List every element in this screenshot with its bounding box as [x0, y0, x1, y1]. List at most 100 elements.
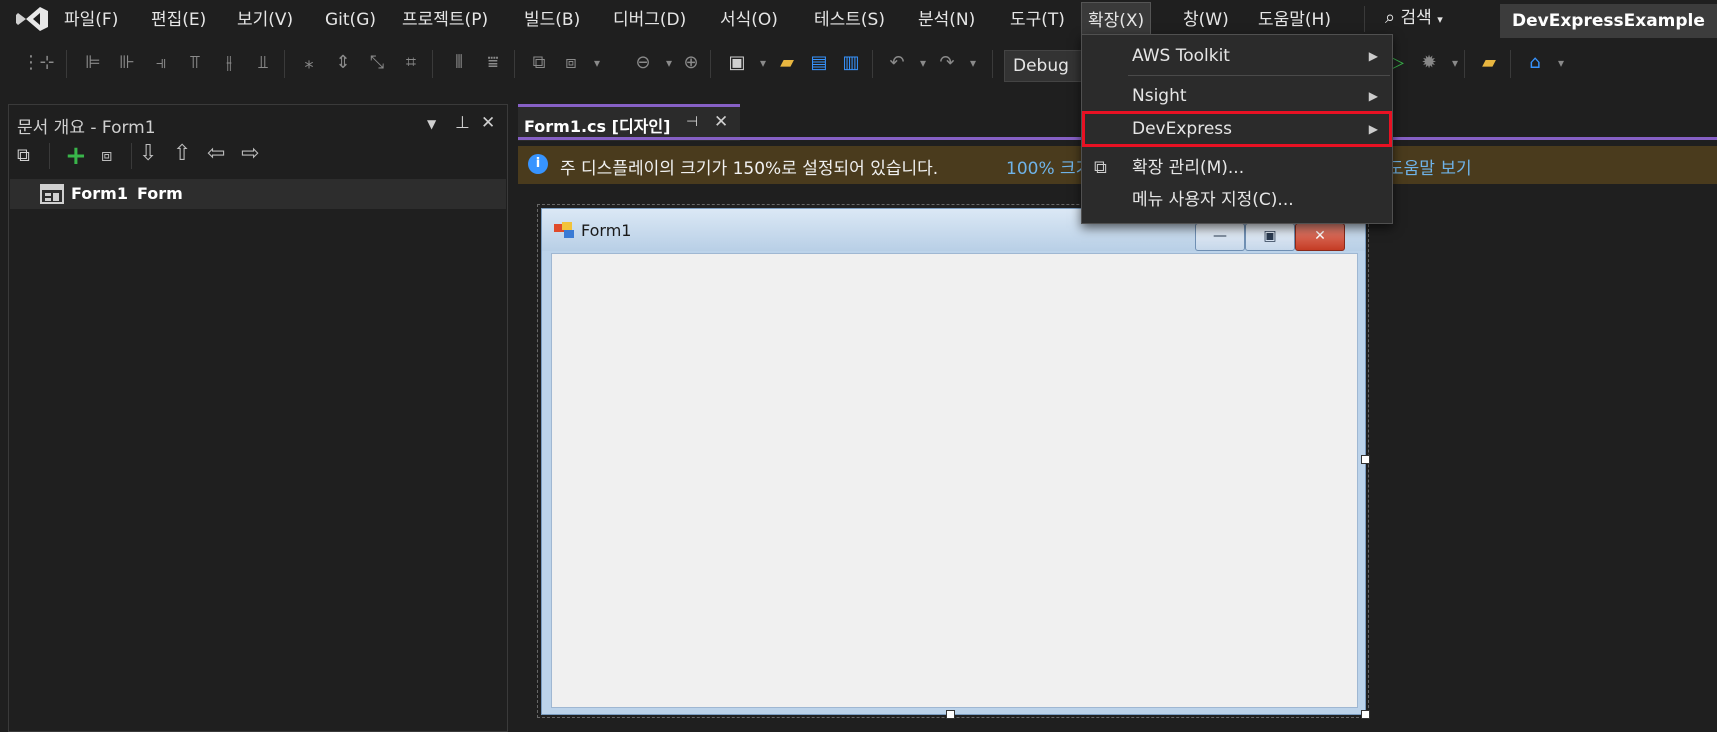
navigate-back-icon[interactable]: ⊖ [632, 52, 654, 74]
menu-view[interactable]: 보기(V) [231, 0, 299, 40]
help-link[interactable]: 도움말 보기 [1388, 154, 1472, 179]
align-center-icon[interactable]: ⊪ [116, 52, 138, 74]
save-icon[interactable]: ▤ [808, 52, 830, 74]
toolbar-separator [992, 50, 993, 78]
close-icon[interactable]: ✕ [481, 113, 495, 133]
menu-item-aws-toolkit[interactable]: AWS Toolkit ▶ [1082, 41, 1392, 71]
maximize-button[interactable]: ▣ [1245, 223, 1295, 251]
align-bottom-icon[interactable]: ⫫ [252, 52, 274, 74]
chevron-down-icon[interactable]: ▾ [1550, 52, 1572, 74]
move-down-icon[interactable]: ⇩ [139, 141, 157, 166]
visual-studio-logo-icon[interactable] [14, 5, 50, 33]
bring-to-front-icon[interactable]: ⧉ [528, 52, 550, 74]
save-all-icon[interactable]: ▥ [840, 52, 862, 74]
close-icon: ✕ [1314, 228, 1326, 244]
hot-reload-icon[interactable]: ✹ [1418, 52, 1440, 74]
duplicate-icon[interactable]: ⧈ [101, 145, 112, 166]
menu-debug[interactable]: 디버그(D) [607, 0, 692, 40]
move-right-icon[interactable]: ⇨ [241, 141, 259, 166]
send-to-back-icon[interactable]: ⧈ [560, 52, 582, 74]
maximize-icon: ▣ [1263, 228, 1277, 244]
tab-form1-design[interactable]: Form1.cs [디자인] ⊣ ✕ [518, 104, 740, 141]
make-same-size-icon[interactable]: ⤡ [366, 52, 388, 74]
menu-format[interactable]: 서식(O) [714, 0, 784, 40]
chevron-down-icon[interactable]: ▾ [1444, 52, 1466, 74]
standard-toolbar: ⋮ ⊹ ⊫ ⊪ ⫣ ⫪ ⫲ ⫫ ⁎ ⇕ ⤡ ⌗ ⫴ ⩸ ⧉ ⧈ ▾ ⊖ ▾ ⊕ … [0, 42, 1717, 86]
designer-form-window[interactable]: Form1 — ▣ ✕ [541, 208, 1366, 715]
make-same-width-icon[interactable]: ⁎ [298, 52, 320, 74]
form-icon [40, 184, 64, 204]
vertical-spacing-icon[interactable]: ⩸ [482, 52, 504, 74]
document-outline-panel: 문서 개요 - Form1 ▼ ⊥ ✕ ⧉ + ⧈ ⇩ ⇧ ⇦ ⇨ Form1 … [8, 104, 508, 732]
menu-item-customize-menu[interactable]: 메뉴 사용자 지정(C)... [1082, 185, 1392, 215]
menu-item-label: Nsight [1132, 86, 1187, 106]
restart-at-100-link[interactable]: 100% 크기 [1006, 154, 1091, 179]
minimize-button[interactable]: — [1195, 223, 1245, 251]
align-middle-icon[interactable]: ⫲ [218, 52, 240, 74]
make-same-height-icon[interactable]: ⇕ [332, 52, 354, 74]
menu-project[interactable]: 프로젝트(P) [396, 0, 494, 40]
menu-tools[interactable]: 도구(T) [1004, 0, 1071, 40]
size-to-grid-icon[interactable]: ⌗ [400, 52, 422, 74]
undo-icon[interactable]: ↶ [886, 52, 908, 74]
resize-handle-corner[interactable] [1361, 710, 1370, 719]
navigate-forward-icon[interactable]: ⊕ [680, 52, 702, 74]
align-left-icon[interactable]: ⊫ [82, 52, 104, 74]
pin-icon[interactable]: ⊥ [455, 113, 470, 133]
toolbar-separator [1510, 50, 1511, 78]
menu-build[interactable]: 빌드(B) [518, 0, 586, 40]
pin-icon[interactable]: ⊣ [686, 114, 698, 130]
chevron-down-icon[interactable]: ▾ [752, 52, 774, 74]
menu-separator [1128, 75, 1390, 76]
new-project-icon[interactable]: ▣ [726, 52, 748, 74]
horizontal-spacing-icon[interactable]: ⫴ [448, 52, 470, 74]
close-icon[interactable]: ✕ [714, 112, 728, 132]
info-message: 주 디스플레이의 크기가 150%로 설정되어 있습니다. [560, 159, 939, 179]
resize-handle-right[interactable] [1361, 455, 1370, 464]
toolbar-separator [432, 50, 433, 78]
close-button[interactable]: ✕ [1295, 223, 1345, 251]
toolbar-separator [514, 50, 515, 78]
submenu-arrow-icon: ▶ [1368, 122, 1378, 136]
open-folder-icon[interactable]: ▰ [776, 52, 798, 74]
form-title: Form1 [581, 221, 632, 240]
move-left-icon[interactable]: ⇦ [207, 141, 225, 166]
redo-icon[interactable]: ↷ [936, 52, 958, 74]
chevron-down-icon: ▾ [1437, 13, 1443, 26]
chevron-down-icon[interactable]: ▾ [962, 52, 984, 74]
menu-file[interactable]: 파일(F) [58, 0, 124, 40]
solution-name-badge[interactable]: DevExpressExample [1500, 4, 1717, 38]
menu-analyze[interactable]: 분석(N) [912, 0, 981, 40]
chevron-down-icon[interactable]: ▾ [912, 52, 934, 74]
align-right-icon[interactable]: ⫣ [150, 52, 172, 74]
menu-item-nsight[interactable]: Nsight ▶ [1082, 81, 1392, 111]
toolbar-separator [1464, 50, 1465, 78]
extensions-icon: ⧉ [1094, 157, 1107, 178]
toolbar-overflow-icon[interactable]: ▾ [586, 52, 608, 74]
menu-item-label: AWS Toolkit [1132, 46, 1230, 66]
minimize-icon: — [1213, 228, 1227, 244]
tree-item-type: Form [137, 184, 183, 203]
menu-edit[interactable]: 편집(E) [145, 0, 212, 40]
toolbar-separator [284, 50, 285, 78]
search-button[interactable]: ⌕ 검색 ▾ [1385, 0, 1443, 36]
menu-item-manage-extensions[interactable]: ⧉ 확장 관리(M)... [1082, 153, 1392, 183]
window-layout-icon[interactable]: ⌂ [1524, 52, 1546, 74]
resize-handle-bottom[interactable] [946, 710, 955, 719]
align-top-icon[interactable]: ⫪ [184, 52, 206, 74]
menu-test[interactable]: 테스트(S) [808, 0, 891, 40]
search-label: 검색 [1400, 8, 1432, 28]
chevron-down-icon[interactable]: ▾ [658, 52, 680, 74]
search-icon: ⌕ [1385, 7, 1396, 28]
move-up-icon[interactable]: ⇧ [173, 141, 191, 166]
menu-git[interactable]: Git(G) [319, 0, 382, 40]
align-to-grid-icon[interactable]: ⊹ [36, 52, 58, 74]
form-client-area[interactable] [551, 253, 1358, 708]
panel-options-icon[interactable]: ▼ [427, 117, 436, 131]
find-in-files-icon[interactable]: ▰ [1478, 52, 1500, 74]
toolbar-separator [710, 50, 711, 78]
menu-item-devexpress[interactable]: DevExpress ▶ [1082, 111, 1392, 147]
tree-item-form1[interactable]: Form1 Form [10, 179, 506, 209]
add-icon[interactable]: + [65, 141, 87, 171]
copy-icon[interactable]: ⧉ [17, 145, 41, 167]
